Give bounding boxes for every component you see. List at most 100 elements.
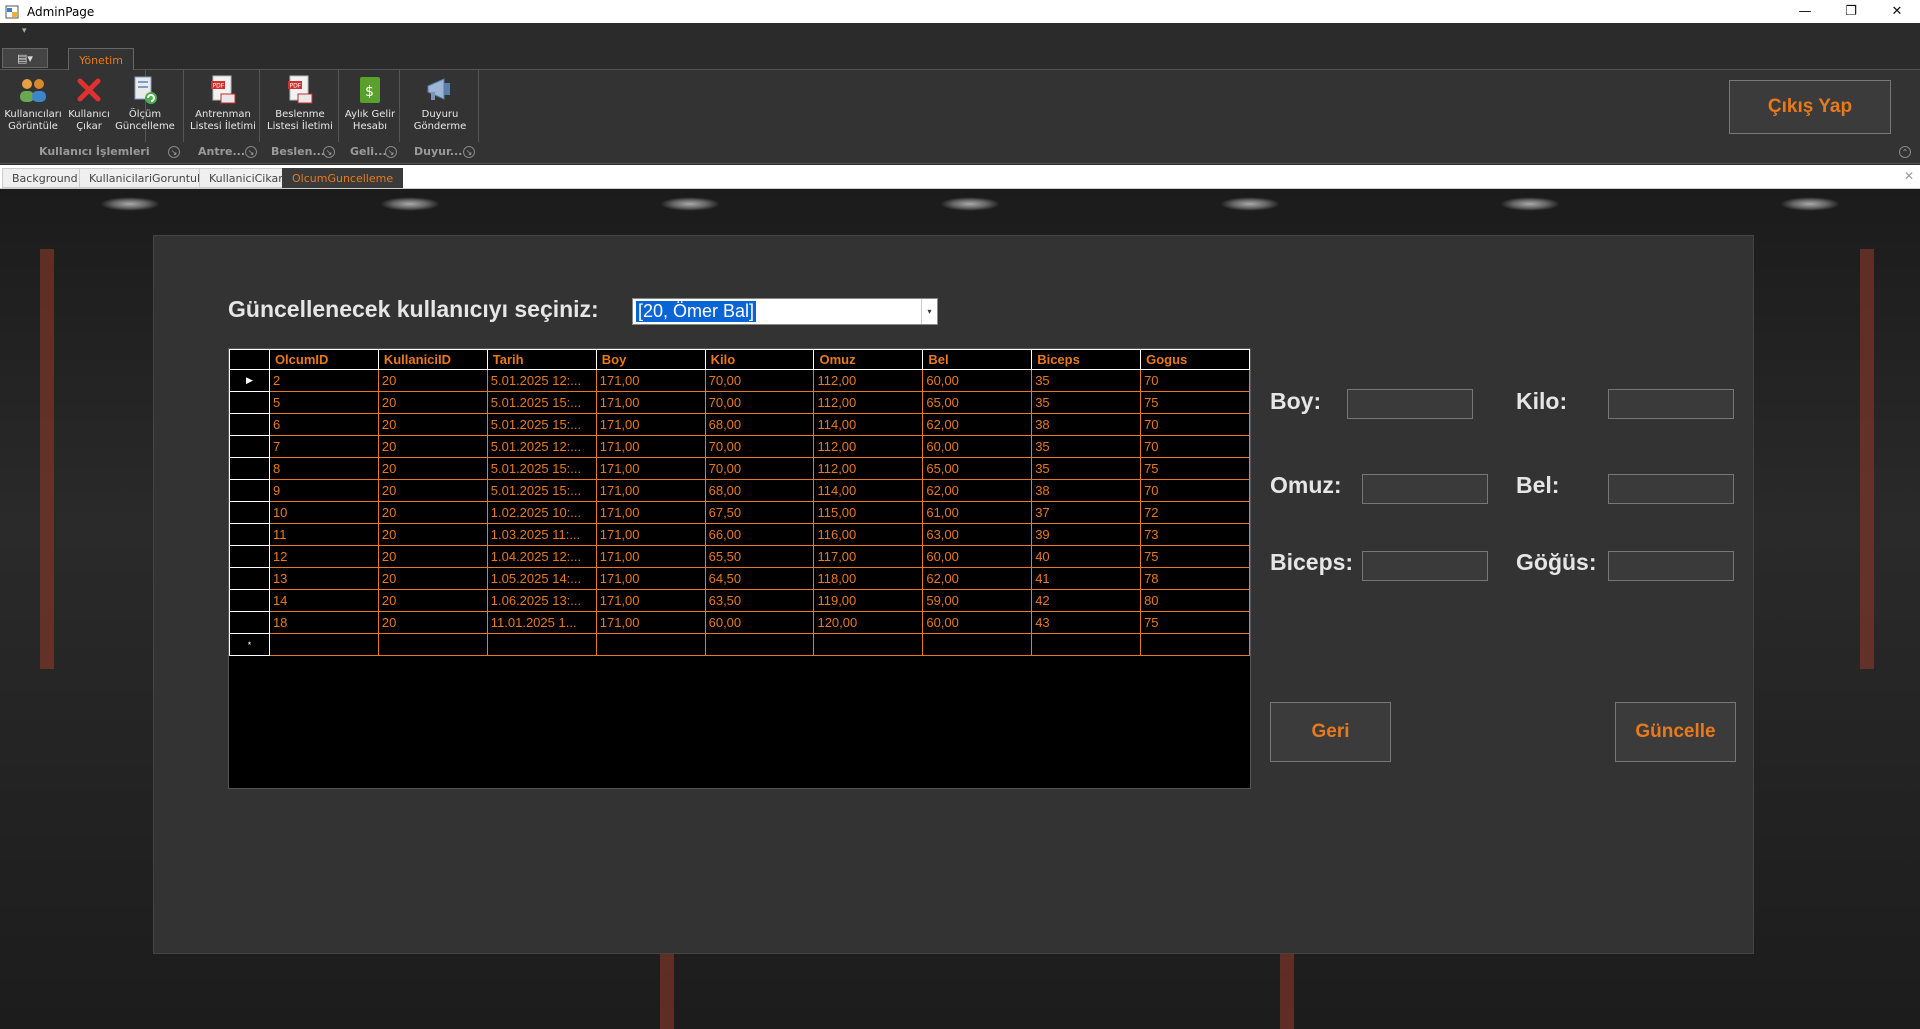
table-cell[interactable]: [1140, 633, 1250, 656]
group-expander-icon[interactable]: ↘: [463, 146, 475, 158]
table-cell[interactable]: 5: [268, 391, 379, 414]
table-cell[interactable]: 171,00: [595, 369, 706, 392]
table-cell[interactable]: 70,00: [704, 369, 815, 392]
row-header[interactable]: [229, 589, 270, 612]
nutrition-list-send-button[interactable]: PDF Beslenme Listesi İletimi: [264, 74, 336, 133]
table-cell[interactable]: 70,00: [704, 435, 815, 458]
table-cell[interactable]: 1.02.2025 10:...: [486, 501, 597, 524]
table-cell[interactable]: 171,00: [595, 501, 706, 524]
group-expander-icon[interactable]: ↘: [385, 146, 397, 158]
table-cell[interactable]: 75: [1140, 457, 1250, 480]
table-cell[interactable]: 70,00: [704, 391, 815, 414]
user-select-combobox[interactable]: [20, Ömer Bal] ▾: [632, 298, 938, 325]
table-cell[interactable]: 65,50: [704, 545, 815, 568]
tab-background[interactable]: Background: [2, 168, 88, 188]
table-cell[interactable]: 20: [377, 523, 488, 546]
table-cell[interactable]: 75: [1140, 545, 1250, 568]
table-cell[interactable]: 78: [1140, 567, 1250, 590]
table-cell[interactable]: 171,00: [595, 523, 706, 546]
table-cell[interactable]: [377, 633, 488, 656]
table-cell[interactable]: 39: [1031, 523, 1142, 546]
table-cell[interactable]: [922, 633, 1033, 656]
table-row[interactable]: 7 20 5.01.2025 12:... 171,00 70,00 112,00 60,0…: [229, 435, 1250, 458]
table-cell[interactable]: 112,00: [813, 457, 924, 480]
table-cell[interactable]: 112,00: [813, 435, 924, 458]
table-cell[interactable]: 8: [268, 457, 379, 480]
close-window-button[interactable]: ✕: [1874, 0, 1920, 23]
table-cell[interactable]: 114,00: [813, 413, 924, 436]
table-cell[interactable]: 65,00: [922, 391, 1033, 414]
bel-input[interactable]: [1608, 474, 1734, 504]
monthly-income-button[interactable]: $ Aylık Gelir Hesabı: [341, 74, 399, 133]
chevron-down-icon[interactable]: ▾: [921, 299, 937, 324]
table-cell[interactable]: 1.04.2025 12:...: [486, 545, 597, 568]
group-expander-icon[interactable]: ↘: [245, 146, 257, 158]
column-header[interactable]: OlcumID: [268, 349, 379, 370]
table-cell[interactable]: 73: [1140, 523, 1250, 546]
table-cell[interactable]: 5.01.2025 15:...: [486, 391, 597, 414]
table-cell[interactable]: 62,00: [922, 413, 1033, 436]
table-cell[interactable]: 20: [377, 413, 488, 436]
table-cell[interactable]: 38: [1031, 479, 1142, 502]
table-cell[interactable]: 20: [377, 369, 488, 392]
table-cell[interactable]: 5.01.2025 12:...: [486, 369, 597, 392]
table-cell[interactable]: 37: [1031, 501, 1142, 524]
table-cell[interactable]: 35: [1031, 369, 1142, 392]
column-header[interactable]: Kilo: [704, 349, 815, 370]
row-header[interactable]: [229, 545, 270, 568]
measurements-grid[interactable]: OlcumID KullaniciID Tarih Boy Kilo Omuz …: [228, 348, 1251, 789]
table-cell[interactable]: 7: [268, 435, 379, 458]
table-cell[interactable]: [595, 633, 706, 656]
table-cell[interactable]: 61,00: [922, 501, 1033, 524]
tab-olcum-guncelleme[interactable]: OlcumGuncelleme: [282, 168, 404, 188]
table-cell[interactable]: 10: [268, 501, 379, 524]
collapse-ribbon-icon[interactable]: ⌃: [1899, 146, 1911, 158]
table-cell[interactable]: 171,00: [595, 589, 706, 612]
table-cell[interactable]: 38: [1031, 413, 1142, 436]
table-cell[interactable]: 43: [1031, 611, 1142, 634]
table-cell[interactable]: 67,50: [704, 501, 815, 524]
table-cell[interactable]: 60,00: [922, 611, 1033, 634]
table-cell[interactable]: 60,00: [922, 545, 1033, 568]
table-cell[interactable]: 20: [377, 391, 488, 414]
table-cell[interactable]: 60,00: [704, 611, 815, 634]
table-cell[interactable]: 60,00: [922, 435, 1033, 458]
row-header[interactable]: [229, 435, 270, 458]
table-cell[interactable]: 171,00: [595, 457, 706, 480]
table-cell[interactable]: 171,00: [595, 391, 706, 414]
table-cell[interactable]: 70,00: [704, 457, 815, 480]
table-row[interactable]: 6 20 5.01.2025 15:... 171,00 68,00 114,00 62,0…: [229, 413, 1250, 436]
table-row[interactable]: 11 20 1.03.2025 11:... 171,00 66,00 116,00 63,…: [229, 523, 1250, 546]
table-cell[interactable]: 20: [377, 567, 488, 590]
table-cell[interactable]: 80: [1140, 589, 1250, 612]
back-button[interactable]: Geri: [1270, 702, 1391, 762]
send-announcement-button[interactable]: Duyuru Gönderme: [404, 74, 476, 133]
table-cell[interactable]: 5.01.2025 15:...: [486, 457, 597, 480]
table-cell[interactable]: [704, 633, 815, 656]
table-row[interactable]: 8 20 5.01.2025 15:... 171,00 70,00 112,00 65,0…: [229, 457, 1250, 480]
table-cell[interactable]: 171,00: [595, 479, 706, 502]
table-cell[interactable]: [1031, 633, 1142, 656]
table-cell[interactable]: 42: [1031, 589, 1142, 612]
column-header[interactable]: Omuz: [813, 349, 924, 370]
table-cell[interactable]: 120,00: [813, 611, 924, 634]
table-cell[interactable]: 1.03.2025 11:...: [486, 523, 597, 546]
table-cell[interactable]: 63,00: [922, 523, 1033, 546]
table-cell[interactable]: 171,00: [595, 413, 706, 436]
table-cell[interactable]: 59,00: [922, 589, 1033, 612]
update-button[interactable]: Güncelle: [1615, 702, 1736, 762]
table-row[interactable]: 9 20 5.01.2025 15:... 171,00 68,00 114,00 62,0…: [229, 479, 1250, 502]
table-cell[interactable]: 70: [1140, 413, 1250, 436]
tab-kullanici-cikar[interactable]: KullaniciCikar: [199, 168, 293, 188]
column-header[interactable]: Tarih: [486, 349, 597, 370]
table-cell[interactable]: 9: [268, 479, 379, 502]
table-cell[interactable]: 1.06.2025 13:...: [486, 589, 597, 612]
table-cell[interactable]: [268, 633, 379, 656]
row-header[interactable]: [229, 567, 270, 590]
table-cell[interactable]: 64,50: [704, 567, 815, 590]
table-cell[interactable]: 171,00: [595, 545, 706, 568]
table-cell[interactable]: 13: [268, 567, 379, 590]
table-cell[interactable]: 5.01.2025 15:...: [486, 479, 597, 502]
column-header[interactable]: Biceps: [1031, 349, 1142, 370]
table-row[interactable]: 13 20 1.05.2025 14:... 171,00 64,50 118,00 62,…: [229, 567, 1250, 590]
